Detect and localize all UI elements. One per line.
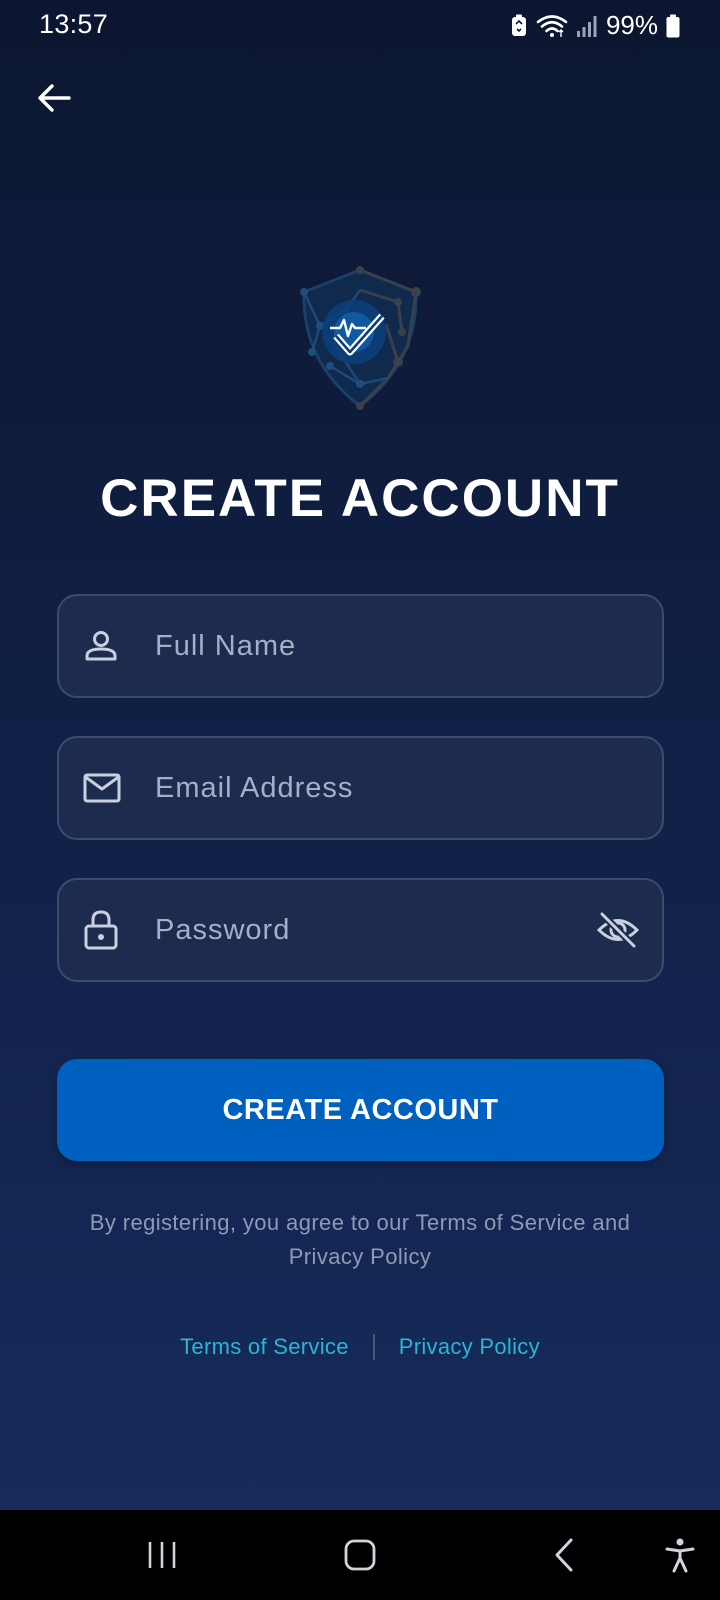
recents-button[interactable]: [130, 1510, 194, 1600]
email-field[interactable]: [57, 736, 664, 840]
wifi-icon: [536, 13, 568, 39]
back-button[interactable]: [28, 72, 80, 124]
legal-links: Terms of Service Privacy Policy: [0, 1334, 720, 1360]
recents-icon: [147, 1540, 177, 1570]
accessibility-button[interactable]: [650, 1510, 710, 1600]
nav-back-button[interactable]: [532, 1510, 596, 1600]
eye-off-icon[interactable]: [596, 911, 640, 949]
shield-heartbeat-check-icon: [290, 266, 430, 412]
legal-text: By registering, you agree to our Terms o…: [89, 1210, 631, 1269]
home-icon: [344, 1539, 376, 1571]
page-title: CREATE ACCOUNT: [100, 469, 620, 528]
link-divider: [372, 1334, 375, 1360]
status-icons: 99%: [510, 10, 680, 41]
email-input[interactable]: [155, 738, 572, 838]
password-field[interactable]: [57, 878, 664, 982]
nav-back-icon: [553, 1538, 575, 1572]
create-account-screen: 13:57 99% CREATE ACCOUNT Full Name Email…: [0, 0, 720, 1600]
lock-icon: [83, 909, 119, 951]
home-button[interactable]: [328, 1510, 392, 1600]
battery-saver-icon: [510, 14, 528, 38]
person-icon: [83, 628, 119, 664]
battery-percent: 99%: [605, 10, 658, 40]
password-input[interactable]: [155, 880, 572, 980]
accessibility-icon: [665, 1537, 695, 1573]
privacy-policy-link[interactable]: Privacy Policy: [399, 1334, 540, 1360]
terms-of-service-link[interactable]: Terms of Service: [180, 1334, 349, 1360]
status-time: 13:57: [39, 9, 109, 39]
battery-icon: [666, 14, 680, 38]
full-name-field[interactable]: [57, 594, 664, 698]
signal-icon: [576, 14, 598, 38]
status-bar: 13:57 99%: [0, 0, 720, 54]
app-logo: [290, 266, 430, 412]
full-name-input[interactable]: [155, 596, 572, 696]
mail-icon: [83, 772, 121, 804]
create-account-button[interactable]: CREATE ACCOUNT: [57, 1059, 664, 1161]
arrow-left-icon: [37, 83, 71, 113]
system-nav-bar: [0, 1510, 720, 1600]
